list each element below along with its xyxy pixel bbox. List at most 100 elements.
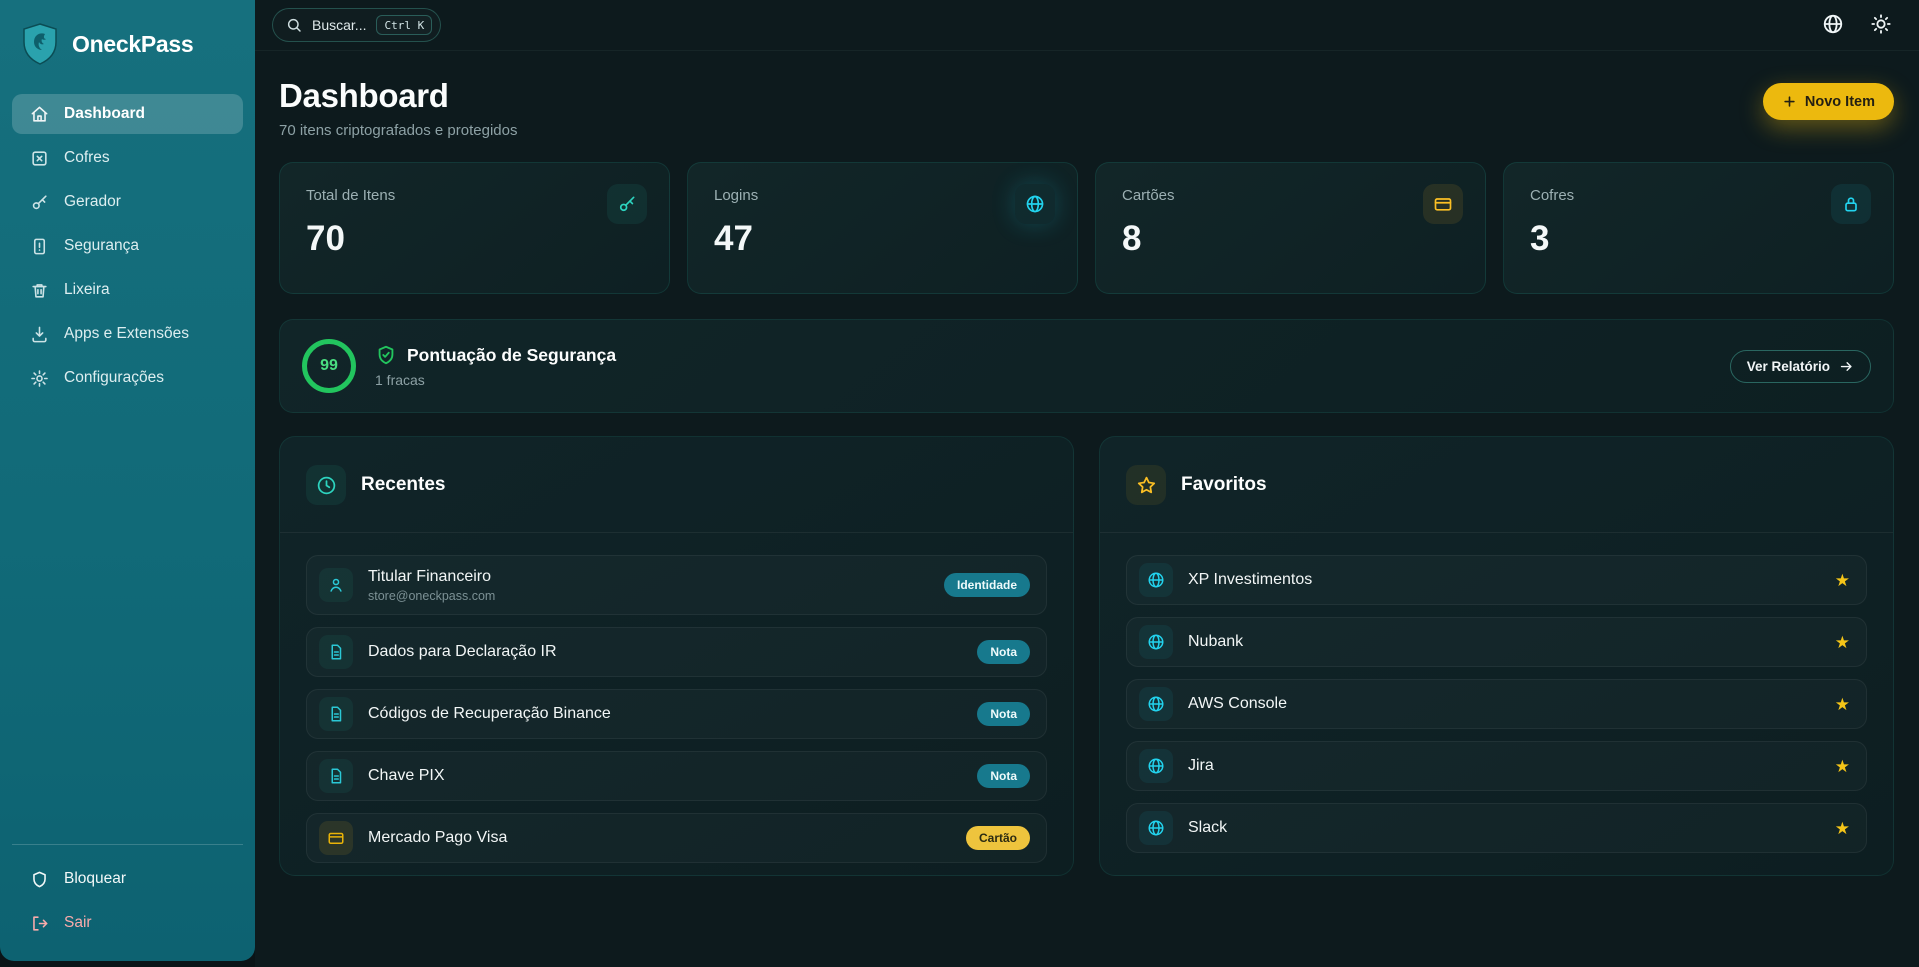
- stat-label: Total de Itens: [306, 187, 643, 204]
- recents-list: Titular Financeiro store@oneckpass.com I…: [280, 533, 1073, 885]
- favorite-item[interactable]: AWS Console ★: [1126, 679, 1867, 729]
- recent-item[interactable]: Titular Financeiro store@oneckpass.com I…: [306, 555, 1047, 615]
- favorite-item[interactable]: XP Investimentos ★: [1126, 555, 1867, 605]
- recents-header: Recentes: [280, 437, 1073, 533]
- search-input[interactable]: Buscar... Ctrl K: [272, 8, 441, 42]
- globe-icon: [1147, 757, 1165, 775]
- vault-icon: [30, 149, 49, 168]
- row-icon-chip: [1139, 811, 1173, 845]
- row-icon-chip: [319, 821, 353, 855]
- favorite-star-icon[interactable]: ★: [1835, 696, 1850, 713]
- sidebar-item-gerador[interactable]: Gerador: [12, 182, 243, 222]
- new-item-label: Novo Item: [1805, 94, 1875, 110]
- security-subtitle: 1 fracas: [375, 372, 616, 388]
- recent-item-subtitle: store@oneckpass.com: [368, 589, 495, 603]
- favorite-item[interactable]: Jira ★: [1126, 741, 1867, 791]
- sidebar-item-label: Cofres: [64, 149, 110, 167]
- credit-card-icon: [327, 829, 345, 847]
- favorite-item-label: AWS Console: [1188, 695, 1287, 713]
- sidebar-item-configuracoes[interactable]: Configurações: [12, 358, 243, 398]
- stat-card-cartoes: Cartões 8: [1095, 162, 1486, 294]
- footer-item-label: Bloquear: [64, 870, 126, 888]
- footer-item-label: Sair: [64, 914, 92, 932]
- view-report-button[interactable]: Ver Relatório: [1730, 350, 1871, 383]
- gear-icon: [30, 369, 49, 388]
- recent-item[interactable]: Chave PIX Nota: [306, 751, 1047, 801]
- sidebar-item-label: Apps e Extensões: [64, 325, 189, 343]
- sidebar-item-cofres[interactable]: Cofres: [12, 138, 243, 178]
- page-header: Dashboard 70 itens criptografados e prot…: [279, 71, 1894, 139]
- page-title: Dashboard: [279, 77, 517, 115]
- row-icon-chip: [319, 759, 353, 793]
- topbar: Buscar... Ctrl K: [255, 0, 1919, 51]
- search-icon: [286, 17, 302, 33]
- sidebar-item-lixeira[interactable]: Lixeira: [12, 270, 243, 310]
- favorite-item-label: XP Investimentos: [1188, 571, 1312, 589]
- stat-icon-chip: [1831, 184, 1871, 224]
- favorite-item[interactable]: Slack ★: [1126, 803, 1867, 853]
- key-icon: [30, 193, 49, 212]
- sidebar-footer: Bloquear Sair: [12, 844, 243, 961]
- stat-value: 47: [714, 219, 1051, 259]
- credit-card-icon: [1433, 194, 1453, 214]
- recent-item-title: Titular Financeiro: [368, 568, 495, 586]
- sidebar-item-label: Gerador: [64, 193, 121, 211]
- language-button[interactable]: [1821, 13, 1845, 37]
- panels: Recentes Titular Financeiro store@oneckp…: [279, 436, 1894, 876]
- security-title: Pontuação de Segurança: [407, 345, 616, 366]
- recent-item[interactable]: Dados para Declaração IR Nota: [306, 627, 1047, 677]
- stat-icon-chip: [607, 184, 647, 224]
- favorite-item-label: Jira: [1188, 757, 1214, 775]
- item-type-badge: Nota: [977, 640, 1030, 664]
- favorite-item[interactable]: Nubank ★: [1126, 617, 1867, 667]
- search-shortcut-badge: Ctrl K: [376, 15, 432, 35]
- favorite-item-label: Nubank: [1188, 633, 1243, 651]
- theme-toggle-button[interactable]: [1869, 13, 1893, 37]
- user-icon: [327, 576, 345, 594]
- recent-item[interactable]: Mercado Pago Visa Cartão: [306, 813, 1047, 863]
- view-report-label: Ver Relatório: [1747, 359, 1830, 374]
- app-logo-shield-icon: [20, 22, 60, 66]
- document-alert-icon: [30, 237, 49, 256]
- row-icon-chip: [1139, 749, 1173, 783]
- recent-item-title: Dados para Declaração IR: [368, 643, 557, 661]
- row-icon-chip: [1139, 687, 1173, 721]
- favorite-star-icon[interactable]: ★: [1835, 634, 1850, 651]
- recents-title: Recentes: [361, 474, 446, 496]
- logout-button[interactable]: Sair: [18, 901, 237, 945]
- recent-item[interactable]: Códigos de Recuperação Binance Nota: [306, 689, 1047, 739]
- panel-icon-chip: [306, 465, 346, 505]
- row-icon-chip: [1139, 563, 1173, 597]
- download-icon: [30, 325, 49, 344]
- row-icon-chip: [1139, 625, 1173, 659]
- lock-app-button[interactable]: Bloquear: [18, 857, 237, 901]
- stat-icon-chip: [1423, 184, 1463, 224]
- sidebar-item-apps-extensoes[interactable]: Apps e Extensões: [12, 314, 243, 354]
- recents-panel: Recentes Titular Financeiro store@oneckp…: [279, 436, 1074, 876]
- sidebar-item-seguranca[interactable]: Segurança: [12, 226, 243, 266]
- panel-icon-chip: [1126, 465, 1166, 505]
- new-item-button[interactable]: Novo Item: [1763, 83, 1894, 120]
- sidebar-item-dashboard[interactable]: Dashboard: [12, 94, 243, 134]
- app-root: OneckPass Dashboard Cofres Gerador Segur…: [0, 0, 1919, 967]
- stat-value: 8: [1122, 219, 1459, 259]
- globe-icon: [1147, 571, 1165, 589]
- trash-icon: [30, 281, 49, 300]
- key-icon: [617, 194, 637, 214]
- stat-label: Logins: [714, 187, 1051, 204]
- sidebar-item-label: Configurações: [64, 369, 164, 387]
- favorite-star-icon[interactable]: ★: [1835, 758, 1850, 775]
- favorite-star-icon[interactable]: ★: [1835, 820, 1850, 837]
- favorite-star-icon[interactable]: ★: [1835, 572, 1850, 589]
- item-type-badge: Cartão: [966, 826, 1030, 850]
- stat-value: 70: [306, 219, 643, 259]
- security-score-banner: 99 Pontuação de Segurança 1 fracas Ver R…: [279, 319, 1894, 413]
- item-type-badge: Identidade: [944, 573, 1030, 597]
- lock-icon: [1841, 194, 1861, 214]
- stat-card-cofres: Cofres 3: [1503, 162, 1894, 294]
- stat-card-total-itens: Total de Itens 70: [279, 162, 670, 294]
- star-icon: [1136, 475, 1157, 496]
- favorites-title: Favoritos: [1181, 474, 1267, 496]
- clock-icon: [316, 475, 337, 496]
- search-placeholder: Buscar...: [312, 17, 366, 33]
